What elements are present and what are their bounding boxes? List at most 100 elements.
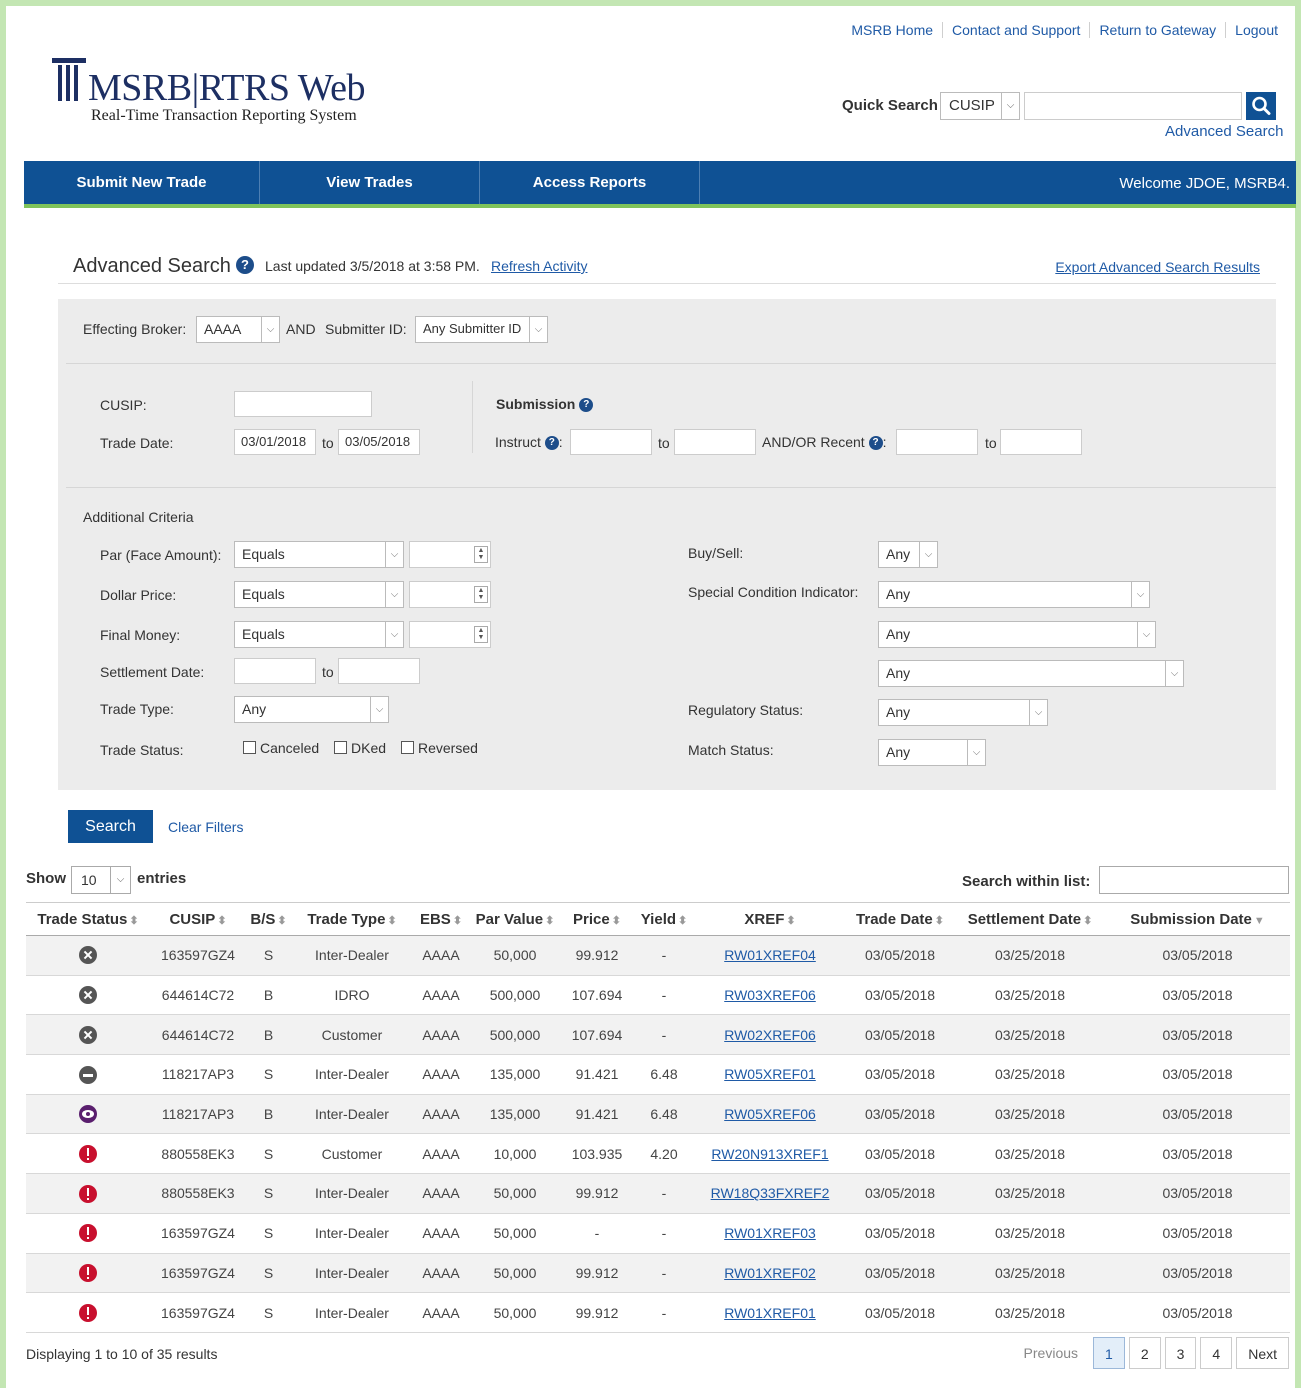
special-condition-select-2[interactable]: Any ⌵: [878, 621, 1156, 648]
page-1-button[interactable]: 1: [1093, 1337, 1125, 1369]
quick-search-button[interactable]: [1246, 92, 1276, 120]
xref-link[interactable]: RW01XREF03: [724, 1225, 816, 1241]
clear-filters-link[interactable]: Clear Filters: [168, 819, 243, 835]
spinner-icon[interactable]: ▲ ▼: [474, 626, 488, 643]
table-row[interactable]: 163597GZ4 S Inter-Dealer AAAA 50,000- - RW01XR…: [26, 1213, 1290, 1254]
sort-icon[interactable]: ⬍: [277, 915, 286, 927]
sort-icon[interactable]: ⬍: [1083, 915, 1092, 927]
help-icon[interactable]: ?: [868, 436, 883, 451]
table-row[interactable]: 118217AP3 B Inter-Dealer AAAA 135,000 91.421 6…: [26, 1094, 1290, 1135]
match-status-select[interactable]: Any ⌵: [878, 739, 986, 766]
sort-icon[interactable]: ⬍: [545, 915, 554, 927]
xref-link[interactable]: RW18Q33FXREF2: [711, 1185, 830, 1201]
spinner-icon[interactable]: ▲ ▼: [474, 546, 488, 563]
column-header[interactable]: EBS ⬍: [413, 902, 469, 936]
trade-type-select[interactable]: Any ⌵: [234, 696, 389, 723]
column-header[interactable]: Settlement Date ⬍: [955, 902, 1105, 936]
recent-to-input[interactable]: [1000, 429, 1082, 455]
page-4-button[interactable]: 4: [1200, 1337, 1233, 1369]
table-row[interactable]: 118217AP3 S Inter-Dealer AAAA 135,000 91.421 6…: [26, 1054, 1290, 1095]
sort-desc-icon[interactable]: ▼: [1254, 915, 1265, 927]
nav-access-reports[interactable]: Access Reports: [480, 161, 700, 204]
quick-search-input[interactable]: [1024, 92, 1242, 120]
column-header[interactable]: XREF ⬍: [695, 902, 845, 936]
regulatory-status-select[interactable]: Any ⌵: [878, 699, 1048, 726]
buy-sell-select[interactable]: Any ⌵: [878, 541, 938, 568]
instruct-from-input[interactable]: [570, 429, 652, 455]
special-condition-select-1[interactable]: Any ⌵: [878, 581, 1150, 608]
trade-date-from-input[interactable]: 03/01/2018: [234, 429, 316, 455]
advanced-search-link[interactable]: Advanced Search: [1165, 123, 1283, 140]
submitter-id-select[interactable]: Any Submitter ID ⌵: [415, 316, 548, 343]
cusip-input[interactable]: [234, 391, 372, 417]
xref-link[interactable]: RW05XREF01: [724, 1066, 816, 1082]
help-icon[interactable]: ?: [544, 436, 559, 451]
canceled-checkbox[interactable]: Canceled: [243, 740, 319, 756]
help-icon[interactable]: ?: [236, 256, 254, 274]
table-row[interactable]: 163597GZ4 S Inter-Dealer AAAA 50,000 99.912- R…: [26, 1253, 1290, 1294]
special-condition-select-3[interactable]: Any ⌵: [878, 660, 1184, 687]
return-gateway-link[interactable]: Return to Gateway: [1089, 22, 1225, 38]
xref-link[interactable]: RW01XREF04: [724, 947, 816, 963]
xref-link[interactable]: RW05XREF06: [724, 1106, 816, 1122]
nav-submit-new-trade[interactable]: Submit New Trade: [24, 161, 260, 204]
reversed-checkbox[interactable]: Reversed: [401, 740, 478, 756]
logout-link[interactable]: Logout: [1225, 22, 1287, 38]
xref-link[interactable]: RW01XREF02: [724, 1265, 816, 1281]
column-header[interactable]: CUSIP ⬍: [150, 902, 246, 936]
search-button[interactable]: Search: [68, 810, 153, 843]
sort-icon[interactable]: ⬍: [612, 915, 621, 927]
page-3-button[interactable]: 3: [1164, 1337, 1197, 1369]
export-results-link[interactable]: Export Advanced Search Results: [1055, 259, 1260, 275]
sort-icon[interactable]: ⬍: [453, 915, 462, 927]
help-icon[interactable]: ?: [579, 398, 594, 413]
effecting-broker-select[interactable]: AAAA ⌵: [196, 316, 280, 343]
table-row[interactable]: 163597GZ4 S Inter-Dealer AAAA 50,000 99.912- R…: [26, 1292, 1290, 1333]
par-value-input[interactable]: ▲ ▼: [409, 541, 491, 568]
search-within-input[interactable]: [1099, 866, 1289, 894]
instruct-to-input[interactable]: [674, 429, 756, 455]
recent-from-input[interactable]: [896, 429, 978, 455]
sort-icon[interactable]: ⬍: [387, 915, 396, 927]
money-value-input[interactable]: ▲ ▼: [409, 621, 491, 648]
contact-support-link[interactable]: Contact and Support: [942, 22, 1089, 38]
sort-icon[interactable]: ⬍: [129, 915, 138, 927]
xref-link[interactable]: RW01XREF01: [724, 1305, 816, 1321]
sort-icon[interactable]: ⬍: [217, 915, 226, 927]
settlement-to-input[interactable]: [338, 658, 420, 684]
money-operator-select[interactable]: Equals ⌵: [234, 621, 404, 648]
sort-icon[interactable]: ⬍: [678, 915, 687, 927]
xref-link[interactable]: RW02XREF06: [724, 1027, 816, 1043]
price-value-input[interactable]: ▲ ▼: [409, 581, 491, 608]
refresh-activity-link[interactable]: Refresh Activity: [491, 258, 587, 274]
column-header[interactable]: Trade Status ⬍: [26, 902, 150, 936]
column-header[interactable]: Par Value ⬍: [469, 902, 561, 936]
xref-link[interactable]: RW20N913XREF1: [711, 1146, 828, 1162]
dked-checkbox[interactable]: DKed: [334, 740, 386, 756]
next-page-button[interactable]: Next: [1236, 1337, 1289, 1369]
nav-view-trades[interactable]: View Trades: [260, 161, 480, 204]
price-operator-select[interactable]: Equals ⌵: [234, 581, 404, 608]
column-header[interactable]: Trade Date ⬍: [845, 902, 955, 936]
table-row[interactable]: 644614C72 B IDRO AAAA 500,000 107.694- RW03XRE…: [26, 975, 1290, 1016]
column-header[interactable]: Yield ⬍: [633, 902, 695, 936]
sort-icon[interactable]: ⬍: [786, 915, 795, 927]
previous-page-button[interactable]: Previous: [1012, 1337, 1090, 1369]
table-row[interactable]: 880558EK3 S Customer AAAA 10,000 103.935 4.20 R…: [26, 1133, 1290, 1175]
table-row[interactable]: 880558EK3 S Inter-Dealer AAAA 50,000 99.912- R…: [26, 1173, 1290, 1214]
column-header[interactable]: Submission Date ▼: [1105, 902, 1290, 936]
column-header[interactable]: B/S ⬍: [246, 902, 291, 936]
page-2-button[interactable]: 2: [1128, 1337, 1161, 1369]
par-operator-select[interactable]: Equals ⌵: [234, 541, 404, 568]
table-row[interactable]: 644614C72 B Customer AAAA 500,000 107.694- RW0…: [26, 1014, 1290, 1056]
trade-date-to-input[interactable]: 03/05/2018: [338, 429, 420, 455]
column-header[interactable]: Price ⬍: [561, 902, 633, 936]
spinner-icon[interactable]: ▲ ▼: [474, 586, 488, 603]
msrb-home-link[interactable]: MSRB Home: [842, 22, 942, 38]
xref-link[interactable]: RW03XREF06: [724, 987, 816, 1003]
table-row[interactable]: 163597GZ4 S Inter-Dealer AAAA 50,000 99.912- R…: [26, 935, 1290, 976]
entries-select[interactable]: 10 ⌵: [71, 866, 131, 894]
column-header[interactable]: Trade Type ⬍: [291, 902, 413, 936]
settlement-from-input[interactable]: [234, 658, 316, 684]
sort-icon[interactable]: ⬍: [935, 915, 944, 927]
